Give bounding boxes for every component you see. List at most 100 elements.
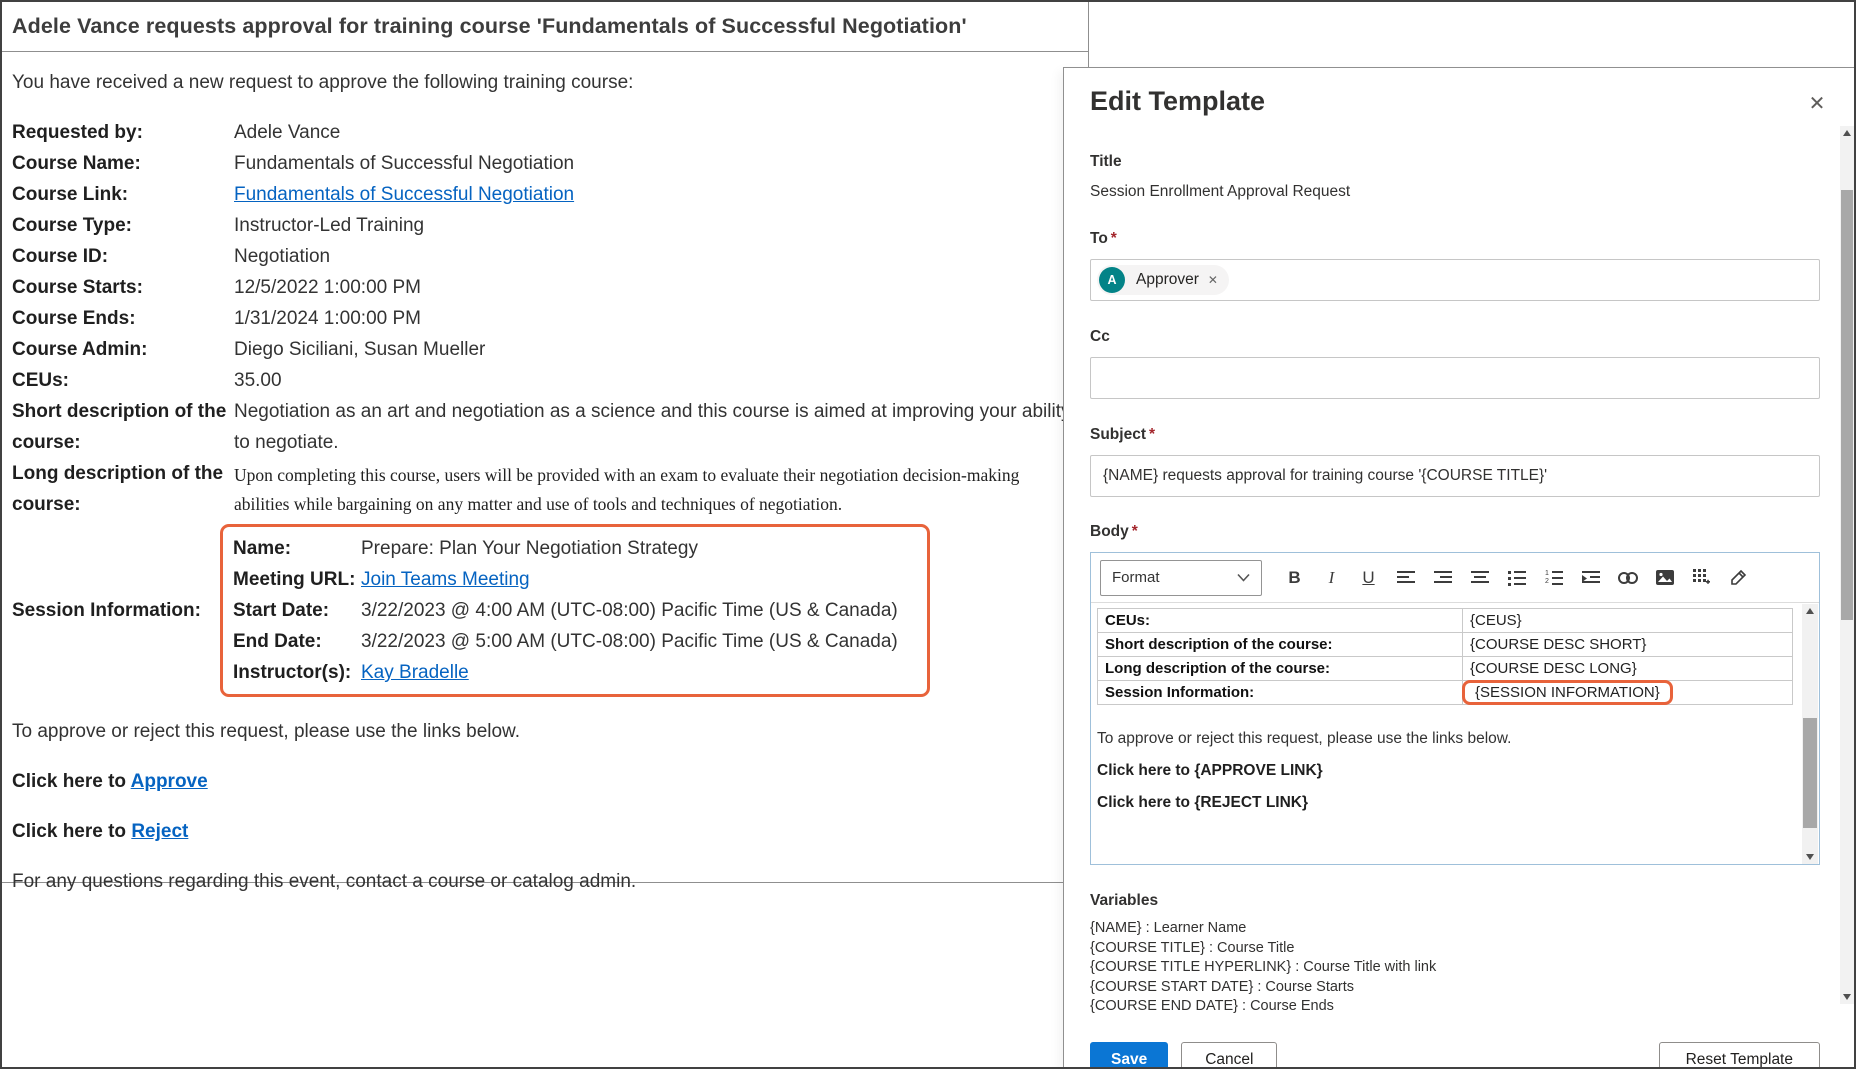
align-right-icon[interactable] xyxy=(1424,563,1461,593)
recipient-name: Approver xyxy=(1136,271,1199,289)
image-icon[interactable] xyxy=(1646,563,1683,593)
session-label: End Date: xyxy=(233,626,361,657)
field-label: Course Type: xyxy=(12,210,234,241)
session-label: Meeting URL: xyxy=(233,564,361,595)
cc-input[interactable] xyxy=(1090,357,1820,399)
field-row-course-name: Course Name: Fundamentals of Successful … xyxy=(12,148,1074,179)
align-center-icon[interactable] xyxy=(1461,563,1498,593)
field-row-requested-by: Requested by: Adele Vance xyxy=(12,117,1074,148)
variables-list: {NAME} : Learner Name {COURSE TITLE} : C… xyxy=(1090,919,1820,1017)
italic-button[interactable]: I xyxy=(1313,563,1350,593)
email-fields: Requested by: Adele Vance Course Name: F… xyxy=(12,117,1074,697)
field-value: Fundamentals of Successful Negotiation xyxy=(234,148,1074,179)
subject-field-label: Subject* xyxy=(1090,426,1820,444)
field-label: Course Starts: xyxy=(12,272,234,303)
table-row: CEUs: {CEUS} xyxy=(1098,609,1793,633)
field-row-short-description: Short description of the course: Negotia… xyxy=(12,396,1074,458)
cancel-button[interactable]: Cancel xyxy=(1181,1042,1277,1069)
field-value: Adele Vance xyxy=(234,117,1074,148)
body-links-note: To approve or reject this request, pleas… xyxy=(1097,730,1793,748)
reject-link[interactable]: Reject xyxy=(131,821,188,842)
session-value: 3/22/2023 @ 4:00 AM (UTC-08:00) Pacific … xyxy=(361,595,917,626)
to-input[interactable]: A Approver ✕ xyxy=(1090,259,1820,301)
edit-template-dialog: ✕ Edit Template Title Session Enrollment… xyxy=(1063,67,1854,1067)
session-row-name: Name: Prepare: Plan Your Negotiation Str… xyxy=(233,533,917,564)
course-link[interactable]: Fundamentals of Successful Negotiation xyxy=(234,184,574,205)
dialog-title: Edit Template xyxy=(1090,86,1820,117)
table-icon[interactable] xyxy=(1683,563,1720,593)
scroll-down-icon[interactable] xyxy=(1840,990,1854,1004)
field-row-long-description: Long description of the course: Upon com… xyxy=(12,458,1074,520)
field-label: Course Name: xyxy=(12,148,234,179)
format-dropdown[interactable]: Format xyxy=(1100,560,1262,596)
table-row: Long description of the course: {COURSE … xyxy=(1098,657,1793,681)
body-field-label: Body* xyxy=(1090,523,1820,541)
body-rich-text-editor[interactable]: Format B I U xyxy=(1090,552,1820,865)
link-icon[interactable] xyxy=(1609,563,1646,593)
field-value: 1/31/2024 1:00:00 PM xyxy=(234,303,1074,334)
join-teams-meeting-link[interactable]: Join Teams Meeting xyxy=(361,569,530,590)
editor-scrollbar[interactable] xyxy=(1802,604,1818,864)
field-label: CEUs: xyxy=(12,365,234,396)
body-reject-line: Click here to {REJECT LINK} xyxy=(1097,794,1793,812)
field-value: Negotiation xyxy=(234,241,1074,272)
instructor-link[interactable]: Kay Bradelle xyxy=(361,662,469,683)
dialog-footer: Save Cancel Reset Template xyxy=(1090,1042,1820,1069)
bold-button[interactable]: B xyxy=(1276,563,1313,593)
field-value: Negotiation as an art and negotiation as… xyxy=(234,396,1074,458)
indent-icon[interactable] xyxy=(1572,563,1609,593)
template-table: CEUs: {CEUS} Short description of the co… xyxy=(1097,608,1793,705)
email-header: Adele Vance requests approval for traini… xyxy=(2,2,1088,52)
table-cell-value: {COURSE DESC LONG} xyxy=(1463,657,1793,681)
numbered-list-icon[interactable]: 12 xyxy=(1535,563,1572,593)
scroll-up-icon[interactable] xyxy=(1840,126,1854,140)
links-note: To approve or reject this request, pleas… xyxy=(12,721,1074,743)
required-marker: * xyxy=(1111,230,1117,247)
save-button[interactable]: Save xyxy=(1090,1042,1168,1069)
approve-link[interactable]: Approve xyxy=(131,771,208,792)
session-value: Prepare: Plan Your Negotiation Strategy xyxy=(361,533,917,564)
field-row-session-information: Session Information: Name: Prepare: Plan… xyxy=(12,524,1074,697)
to-label-text: To xyxy=(1090,230,1108,247)
editor-scrollbar-thumb[interactable] xyxy=(1803,718,1817,827)
reject-row: Click here to Reject xyxy=(12,821,1074,843)
dialog-scrollbar[interactable] xyxy=(1840,126,1854,1004)
field-row-course-id: Course ID: Negotiation xyxy=(12,241,1074,272)
table-cell-label: CEUs: xyxy=(1098,609,1463,633)
table-cell-value: {CEUS} xyxy=(1463,609,1793,633)
variable-item: {NAME} : Learner Name xyxy=(1090,919,1820,939)
subject-input-value: {NAME} requests approval for training co… xyxy=(1097,467,1547,485)
title-field-label: Title xyxy=(1090,153,1820,171)
session-label: Instructor(s): xyxy=(233,657,361,688)
subject-input[interactable]: {NAME} requests approval for training co… xyxy=(1090,455,1820,497)
align-left-icon[interactable] xyxy=(1387,563,1424,593)
email-footer-note: For any questions regarding this event, … xyxy=(12,871,1074,893)
session-value: 3/22/2023 @ 5:00 AM (UTC-08:00) Pacific … xyxy=(361,626,917,657)
format-dropdown-value: Format xyxy=(1112,569,1160,586)
field-row-course-ends: Course Ends: 1/31/2024 1:00:00 PM xyxy=(12,303,1074,334)
body-approve-line: Click here to {APPROVE LINK} xyxy=(1097,762,1793,780)
variable-item: {COURSE TITLE} : Course Title xyxy=(1090,939,1820,959)
field-label: Course ID: xyxy=(12,241,234,272)
chip-remove-icon[interactable]: ✕ xyxy=(1208,273,1218,287)
cc-field-label: Cc xyxy=(1090,328,1820,346)
editor-toolbar: Format B I U xyxy=(1091,553,1819,603)
editor-content[interactable]: CEUs: {CEUS} Short description of the co… xyxy=(1091,603,1819,865)
recipient-chip[interactable]: A Approver ✕ xyxy=(1097,265,1229,295)
underline-button[interactable]: U xyxy=(1350,563,1387,593)
field-label: Long description of the course: xyxy=(12,458,234,520)
pencil-icon[interactable] xyxy=(1720,563,1757,593)
table-row: Short description of the course: {COURSE… xyxy=(1098,633,1793,657)
session-information-highlight-box: Name: Prepare: Plan Your Negotiation Str… xyxy=(220,524,930,697)
table-cell-label: Session Information: xyxy=(1098,681,1463,705)
approve-prefix: Click here to xyxy=(12,771,131,792)
field-label: Requested by: xyxy=(12,117,234,148)
reset-template-button[interactable]: Reset Template xyxy=(1659,1042,1820,1069)
scroll-up-icon[interactable] xyxy=(1802,604,1818,618)
dialog-scrollbar-thumb[interactable] xyxy=(1841,190,1853,620)
bulleted-list-icon[interactable] xyxy=(1498,563,1535,593)
field-value: 12/5/2022 1:00:00 PM xyxy=(234,272,1074,303)
scroll-down-icon[interactable] xyxy=(1802,850,1818,864)
field-label: Course Admin: xyxy=(12,334,234,365)
email-intro-text: You have received a new request to appro… xyxy=(12,72,1074,94)
